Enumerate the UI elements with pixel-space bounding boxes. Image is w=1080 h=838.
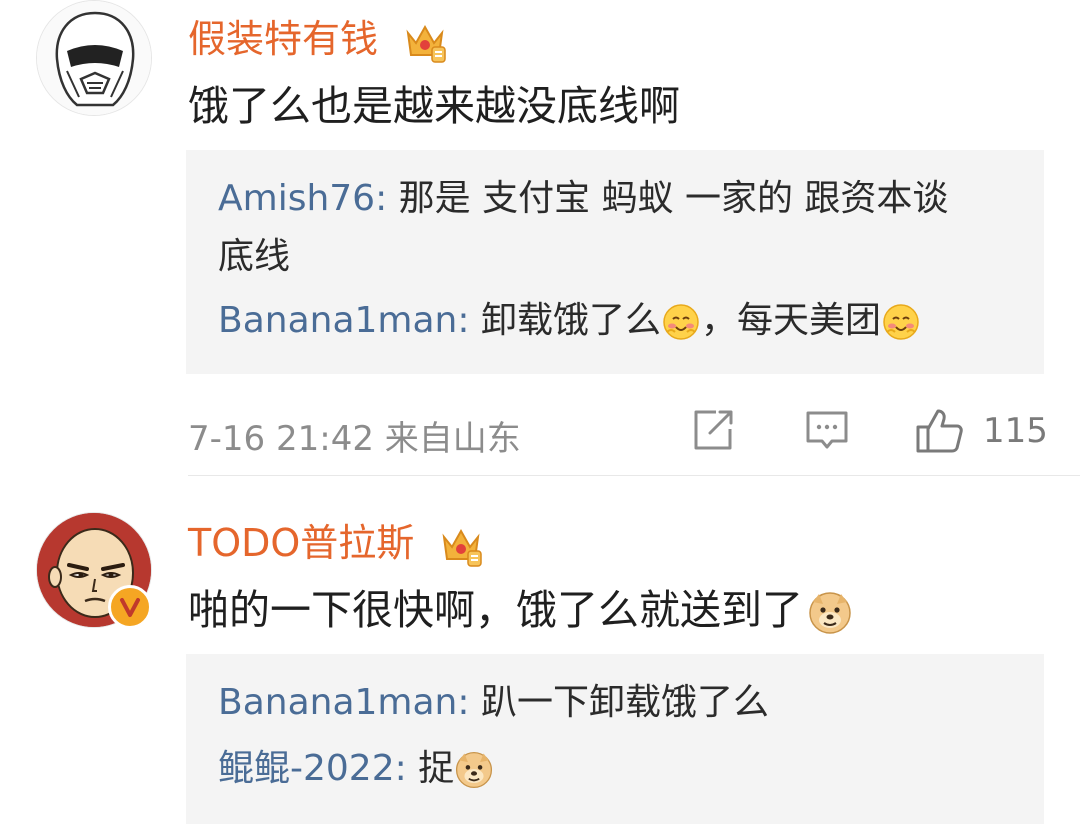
reply-separator: : bbox=[375, 178, 399, 219]
username[interactable]: 假装特有钱 bbox=[188, 8, 448, 65]
like-count: 115 bbox=[983, 411, 1048, 451]
reply-text: 底线 bbox=[218, 236, 291, 277]
reply-text: 那是 支付宝 蚂蚁 一家的 跟资本谈 bbox=[398, 178, 949, 219]
doge-emoji-icon bbox=[454, 750, 494, 790]
blush-emoji-icon bbox=[661, 302, 701, 342]
comment-text: 啪的一下很快啊，饿了么就送到了 bbox=[188, 576, 853, 636]
reply-item[interactable]: 鲲鲲-2022: 捉 bbox=[218, 740, 1012, 798]
reply-username[interactable]: Amish76 bbox=[218, 178, 375, 219]
avatar[interactable] bbox=[36, 0, 152, 116]
share-icon[interactable] bbox=[690, 407, 736, 462]
comment-item: TODO普拉斯 啪的一下很快啊，饿了么就送到了 Banana1man: 趴一下卸… bbox=[0, 476, 1080, 838]
comment-icon[interactable] bbox=[804, 407, 850, 462]
blush-emoji-icon bbox=[881, 302, 921, 342]
reply-separator: : bbox=[457, 682, 481, 723]
crown-vip-icon bbox=[402, 19, 448, 65]
reply-username[interactable]: Banana1man bbox=[218, 682, 457, 723]
reply-text: ，每天美团 bbox=[700, 300, 881, 341]
reply-username[interactable]: 鲲鲲-2022 bbox=[218, 748, 395, 789]
reply-text: 趴一下卸载饿了么 bbox=[480, 682, 769, 723]
comment-item: 假装特有钱 饿了么也是越来越没底线啊 Amish76: 那是 支付宝 蚂蚁 一家… bbox=[0, 0, 1080, 476]
reply-item[interactable]: Banana1man: 卸载饿了么 ，每天美团 bbox=[218, 292, 1012, 350]
reply-text: 卸载饿了么 bbox=[480, 300, 661, 341]
doge-emoji-icon bbox=[807, 590, 853, 636]
thumbs-up-icon[interactable] bbox=[914, 407, 964, 464]
comment-meta: 7-16 21:42 来自山东 115 bbox=[188, 403, 1048, 462]
reply-separator: : bbox=[394, 748, 419, 789]
reply-separator: : bbox=[457, 300, 481, 341]
reply-item[interactable]: Amish76: 那是 支付宝 蚂蚁 一家的 跟资本谈 底线 bbox=[218, 170, 1012, 286]
reply-username[interactable]: Banana1man bbox=[218, 300, 457, 341]
time-location: 7-16 21:42 来自山东 bbox=[188, 419, 521, 459]
reply-item[interactable]: Banana1man: 趴一下卸载饿了么 bbox=[218, 674, 1012, 732]
reply-text: 捉 bbox=[418, 748, 455, 789]
verified-v-icon bbox=[108, 585, 152, 629]
reply-box[interactable]: Banana1man: 趴一下卸载饿了么 鲲鲲-2022: 捉 bbox=[186, 654, 1044, 824]
crown-vip-icon bbox=[438, 523, 484, 569]
stormtrooper-avatar-icon bbox=[37, 1, 151, 115]
reply-box[interactable]: Amish76: 那是 支付宝 蚂蚁 一家的 跟资本谈 底线 Banana1ma… bbox=[186, 150, 1044, 374]
comment-text: 饿了么也是越来越没底线啊 bbox=[188, 82, 680, 130]
username[interactable]: TODO普拉斯 bbox=[188, 512, 484, 569]
